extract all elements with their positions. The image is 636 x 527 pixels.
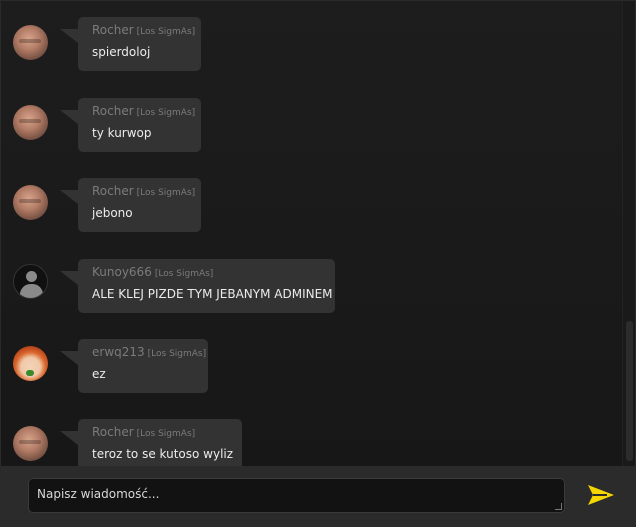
message-author[interactable]: erwq213 — [92, 345, 145, 359]
chat-panel: Rocher [Los SigmAs] spierdoloj Rocher [Los… — [0, 0, 636, 527]
message-clan: [Los SigmAs] — [136, 429, 196, 439]
message-clan: [Los SigmAs] — [136, 108, 196, 118]
user-avatar[interactable] — [13, 105, 48, 140]
message-text: ty kurwop — [92, 126, 152, 140]
user-avatar[interactable] — [13, 25, 48, 60]
chat-message: Kunoy666 [Los SigmAs] ALE KLEJ PIZDE TYM … — [1, 259, 601, 329]
message-clan: [Los SigmAs] — [136, 27, 196, 37]
message-clan: [Los SigmAs] — [147, 349, 207, 359]
user-avatar[interactable] — [13, 426, 48, 461]
message-bubble: Rocher [Los SigmAs] jebono — [60, 178, 201, 232]
message-bubble: Rocher [Los SigmAs] spierdoloj — [60, 17, 201, 71]
message-author[interactable]: Rocher — [92, 23, 134, 37]
message-bubble: erwq213 [Los SigmAs] ez — [60, 339, 208, 393]
chat-message: Rocher [Los SigmAs] ty kurwop — [1, 98, 601, 168]
scrollbar[interactable] — [622, 1, 635, 466]
message-clan: [Los SigmAs] — [136, 188, 196, 198]
chat-message: Rocher [Los SigmAs] spierdoloj — [1, 17, 601, 87]
scrollbar-thumb[interactable] — [626, 321, 633, 461]
resize-grip-icon[interactable] — [555, 503, 562, 510]
message-clan: [Los SigmAs] — [154, 269, 214, 279]
send-button[interactable] — [587, 484, 615, 506]
message-bubble: Rocher [Los SigmAs] teroz to se kutoso wy… — [60, 419, 242, 466]
message-author[interactable]: Rocher — [92, 104, 134, 118]
message-bubble: Rocher [Los SigmAs] ty kurwop — [60, 98, 201, 152]
chat-message: erwq213 [Los SigmAs] ez — [1, 339, 601, 409]
message-input[interactable]: Napisz wiadomość... — [28, 478, 565, 513]
user-avatar[interactable] — [13, 185, 48, 220]
message-author[interactable]: Rocher — [92, 184, 134, 198]
message-text: spierdoloj — [92, 45, 151, 59]
composer-bar: Napisz wiadomość... — [1, 466, 635, 526]
message-bubble: Kunoy666 [Los SigmAs] ALE KLEJ PIZDE TYM … — [60, 259, 335, 313]
chat-message: Rocher [Los SigmAs] jebono — [1, 178, 601, 248]
message-text: ALE KLEJ PIZDE TYM JEBANYM ADMINEM — [92, 287, 333, 301]
message-text: jebono — [92, 206, 133, 220]
message-text: ez — [92, 367, 106, 381]
default-user-icon[interactable] — [13, 264, 48, 299]
chat-message: Rocher [Los SigmAs] teroz to se kutoso wy… — [1, 419, 601, 466]
send-arrow-icon — [588, 485, 614, 505]
message-text: teroz to se kutoso wyliz — [92, 447, 234, 461]
message-author[interactable]: Kunoy666 — [92, 265, 152, 279]
message-author[interactable]: Rocher — [92, 425, 134, 439]
message-input-placeholder: Napisz wiadomość... — [37, 487, 160, 501]
message-list[interactable]: Rocher [Los SigmAs] spierdoloj Rocher [Los… — [1, 1, 623, 466]
user-avatar[interactable] — [13, 346, 48, 381]
